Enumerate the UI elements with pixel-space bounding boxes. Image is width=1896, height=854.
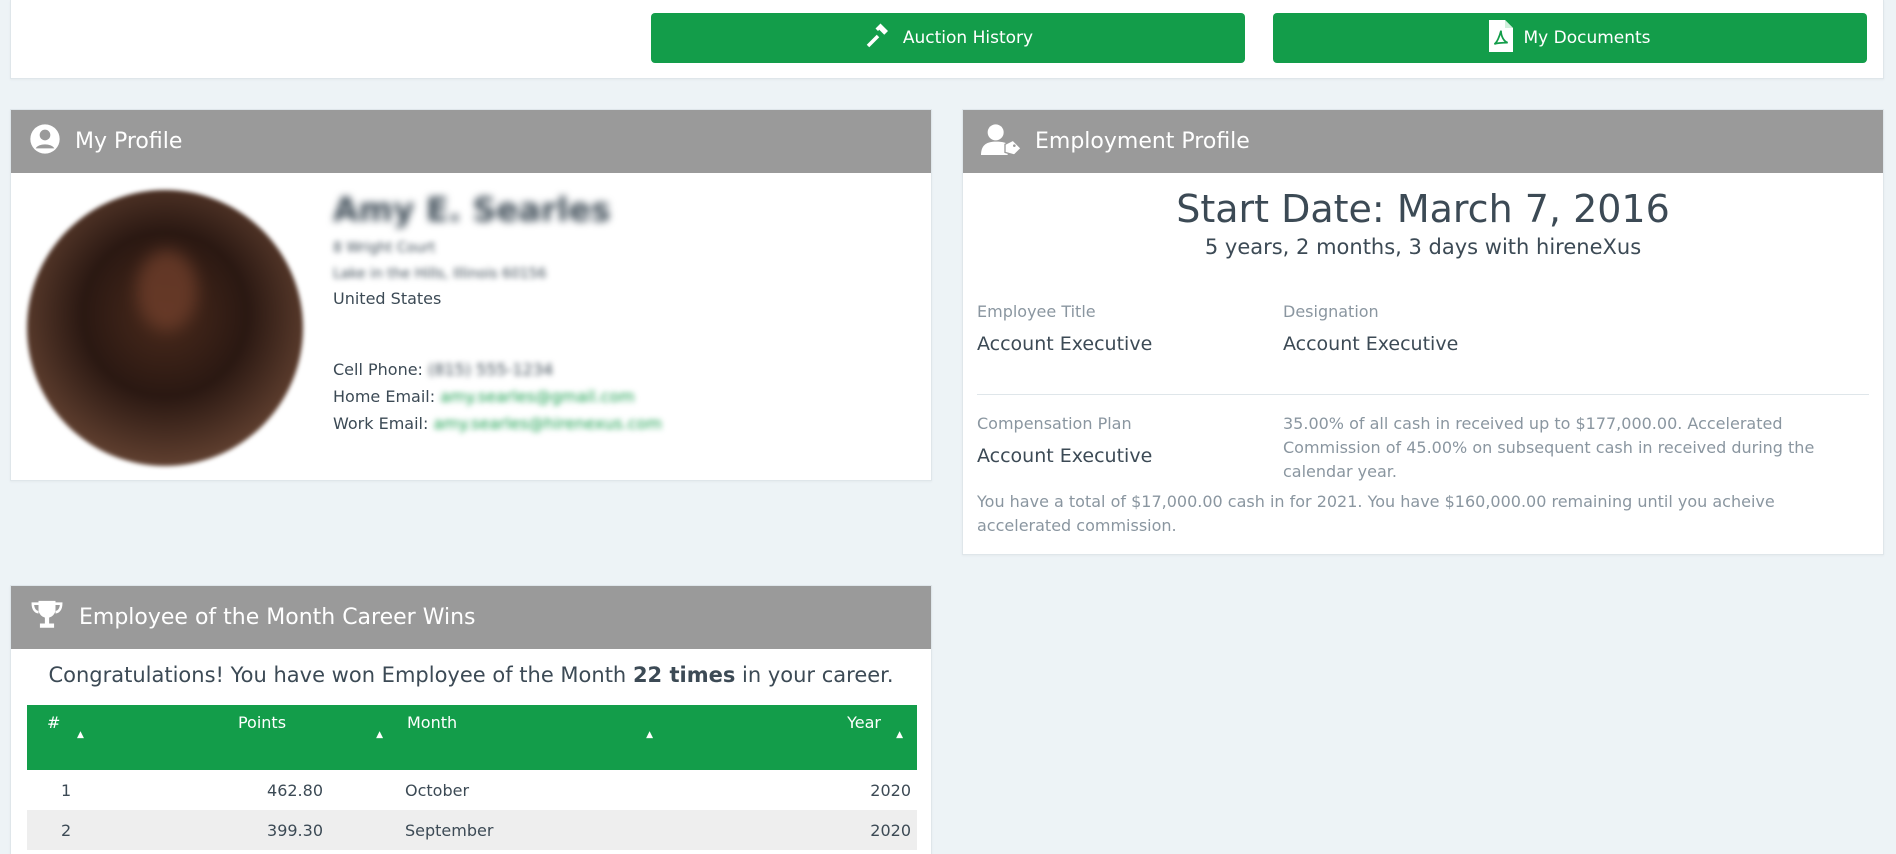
cell-phone-label: Cell Phone: — [333, 360, 423, 379]
my-profile-header: My Profile — [11, 110, 931, 173]
employee-of-month-header: Employee of the Month Career Wins — [11, 586, 931, 649]
auction-history-label: Auction History — [902, 28, 1034, 48]
gavel-icon — [863, 21, 893, 56]
compensation-plan-description: 35.00% of all cash in received up to $17… — [1283, 414, 1815, 481]
work-email-link[interactable]: amy.searles@hirenexus.com — [433, 410, 661, 437]
sort-arrow-icon[interactable]: ▲ — [896, 730, 903, 740]
table-row: 2 399.30 September 2020 — [27, 810, 917, 850]
profile-info: Amy E. Searles 8 Wright Court Lake in th… — [333, 190, 662, 437]
sort-arrow-icon[interactable]: ▲ — [646, 730, 653, 740]
cell-month: October — [405, 780, 470, 800]
designation-field: Designation Account Executive — [1283, 302, 1458, 355]
compensation-plan-field: Compensation Plan Account Executive — [977, 414, 1152, 467]
congrats-message: Congratulations! You have won Employee o… — [11, 663, 931, 687]
employment-profile-header: Employment Profile — [963, 110, 1883, 173]
sort-arrow-icon[interactable]: ▲ — [376, 730, 383, 740]
address-line-2: Lake in the Hills, Illinois 60156 — [333, 266, 547, 282]
column-header-points[interactable]: Points ▲ — [127, 705, 397, 770]
employment-profile-card: Employment Profile Start Date: March 7, … — [962, 109, 1884, 555]
contact-list: Cell Phone: (815) 555-1234 Home Email: a… — [333, 356, 662, 437]
pdf-file-icon — [1489, 19, 1514, 57]
column-header-number[interactable]: # ▲ — [27, 705, 127, 770]
cell-number: 2 — [61, 820, 72, 840]
my-profile-title: My Profile — [75, 129, 183, 154]
divider — [977, 394, 1869, 395]
user-tag-icon — [981, 122, 1022, 162]
home-email-link[interactable]: amy.searles@gmail.com — [440, 383, 635, 410]
employee-title-field: Employee Title Account Executive — [977, 302, 1152, 355]
wins-table: # ▲ Points ▲ Month ▲ Year ▲ 1 462.80 October… — [27, 705, 917, 850]
start-date: Start Date: March 7, 2016 — [1176, 187, 1670, 231]
column-header-year[interactable]: Year ▲ — [667, 705, 917, 770]
cell-month: September — [405, 820, 494, 840]
compensation-plan-value: Account Executive — [977, 445, 1153, 467]
address-line-1: 8 Wright Court — [333, 240, 436, 256]
home-email-label: Home Email: — [333, 387, 436, 406]
cell-phone-value: (815) 555-1234 — [428, 360, 554, 379]
my-documents-button[interactable]: My Documents — [1273, 13, 1867, 63]
trophy-icon — [29, 598, 65, 638]
employee-title-value: Account Executive — [977, 333, 1153, 355]
employment-profile-title: Employment Profile — [1035, 129, 1250, 154]
auction-history-button[interactable]: Auction History — [651, 13, 1245, 63]
cash-in-summary: You have a total of $17,000.00 cash in f… — [977, 492, 1775, 535]
profile-avatar — [27, 190, 303, 466]
employee-of-month-title: Employee of the Month Career Wins — [79, 605, 476, 630]
employee-of-month-card: Employee of the Month Career Wins Congra… — [10, 585, 932, 854]
cell-points: 462.80 — [267, 780, 323, 800]
compensation-plan-label: Compensation Plan — [977, 414, 1132, 433]
tenure: 5 years, 2 months, 3 days with hireneXus — [1204, 235, 1642, 259]
congrats-text: Congratulations! You have won Employee o… — [48, 663, 627, 687]
employee-title-label: Employee Title — [977, 302, 1096, 321]
user-circle-icon — [29, 123, 61, 161]
work-email-label: Work Email: — [333, 414, 429, 433]
designation-value: Account Executive — [1283, 333, 1459, 355]
my-documents-label: My Documents — [1523, 28, 1651, 48]
country: United States — [333, 289, 442, 308]
cell-points: 399.30 — [267, 820, 323, 840]
win-count: 22 times — [632, 663, 736, 687]
cell-year: 2020 — [870, 820, 911, 840]
cell-number: 1 — [61, 780, 72, 800]
column-header-month[interactable]: Month ▲ — [397, 705, 667, 770]
cell-year: 2020 — [870, 780, 911, 800]
table-row: 1 462.80 October 2020 — [27, 770, 917, 810]
table-header-row: # ▲ Points ▲ Month ▲ Year ▲ — [27, 705, 917, 770]
congrats-suffix: in your career. — [742, 663, 894, 687]
my-profile-card: My Profile Amy E. Searles 8 Wright Court… — [10, 109, 932, 481]
top-actions-bar: Auction History My Documents — [10, 0, 1884, 79]
designation-label: Designation — [1283, 302, 1379, 321]
sort-arrow-icon[interactable]: ▲ — [77, 730, 84, 740]
profile-name: Amy E. Searles — [333, 190, 611, 229]
